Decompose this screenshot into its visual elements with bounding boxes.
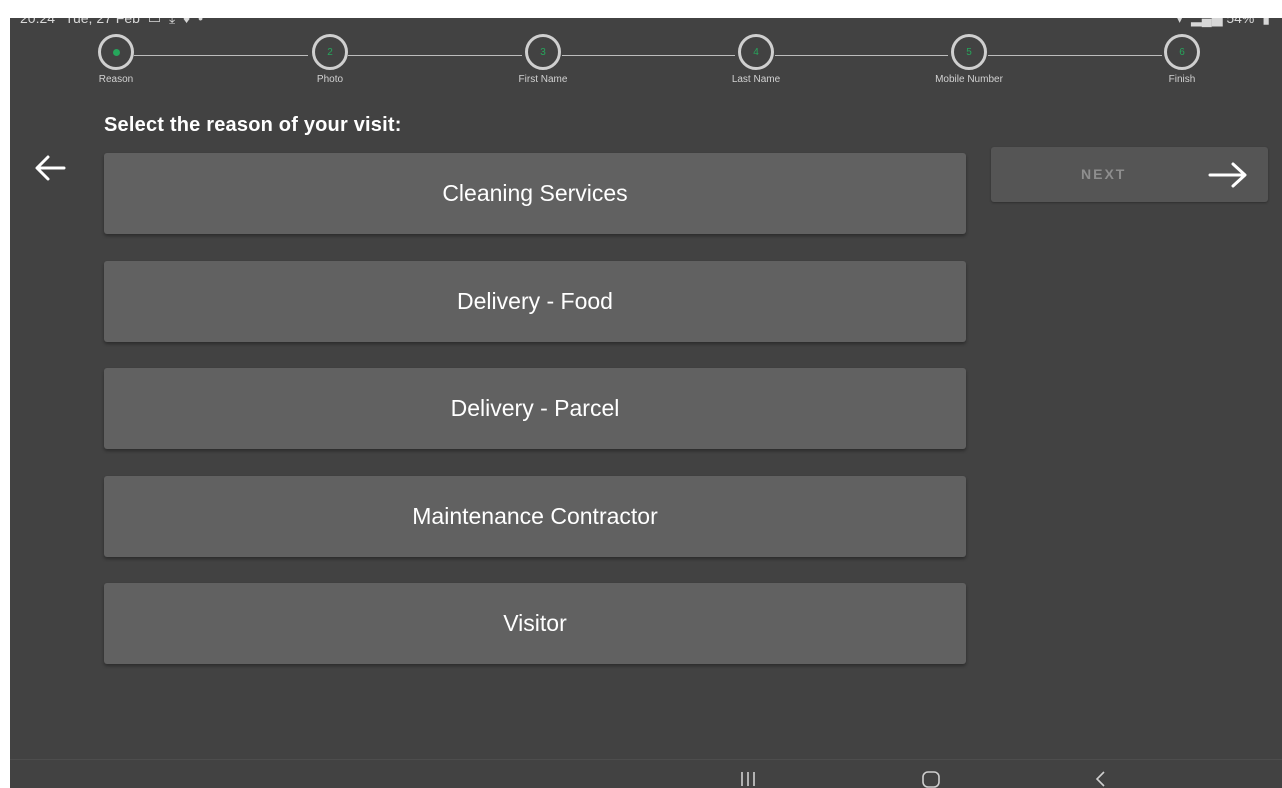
step-number: 5 [966,46,972,58]
step-number: 2 [327,46,333,58]
step-circle: 5 [951,34,987,70]
step-circle: 2 [312,34,348,70]
step-mobile-number: 5 Mobile Number [909,34,1029,85]
reason-delivery-food-button[interactable]: Delivery - Food [104,260,966,342]
back-icon[interactable] [1092,770,1110,788]
step-photo: 2 Photo [270,34,390,85]
reason-delivery-parcel-button[interactable]: Delivery - Parcel [104,368,966,449]
step-label: Finish [1168,74,1196,85]
app-screen: 20:24 Tue, 27 Feb ▭ ⤓ ♦ • ▾ ▂▄▆ 54% ▮ Re… [10,18,1282,788]
step-circle: 4 [738,34,774,70]
step-number: 3 [540,46,546,58]
reason-visitor-button[interactable]: Visitor [104,583,966,664]
next-label: NEXT [1081,166,1127,182]
step-label: Mobile Number [935,74,1003,85]
step-label: First Name [518,74,568,85]
step-reason: Reason [56,34,176,85]
step-finish: 6 Finish [1122,34,1242,85]
arrow-right-icon [1208,162,1247,188]
page-title: Select the reason of your visit: [104,114,402,136]
recents-icon[interactable] [738,770,758,788]
reason-cleaning-services-button[interactable]: Cleaning Services [104,153,966,234]
next-button[interactable]: NEXT [991,147,1268,202]
step-circle: 3 [525,34,561,70]
back-button[interactable] [30,152,70,184]
system-nav-bar [10,759,1282,788]
step-circle: 6 [1164,34,1200,70]
step-label: Reason [98,74,134,85]
step-label: Photo [316,74,344,85]
home-icon[interactable] [920,770,942,788]
step-first-name: 3 First Name [483,34,603,85]
step-last-name: 4 Last Name [696,34,816,85]
step-number: 4 [753,46,759,58]
step-circle [98,34,134,70]
progress-stepper: Reason 2 Photo 3 First Name 4 Last Name … [10,18,1282,108]
reason-list: Cleaning Services Delivery - Food Delive… [104,153,966,691]
active-step-dot-icon [112,48,120,56]
step-number: 6 [1179,46,1185,58]
arrow-left-icon [35,155,66,181]
step-label: Last Name [731,74,781,85]
reason-maintenance-contractor-button[interactable]: Maintenance Contractor [104,475,966,557]
